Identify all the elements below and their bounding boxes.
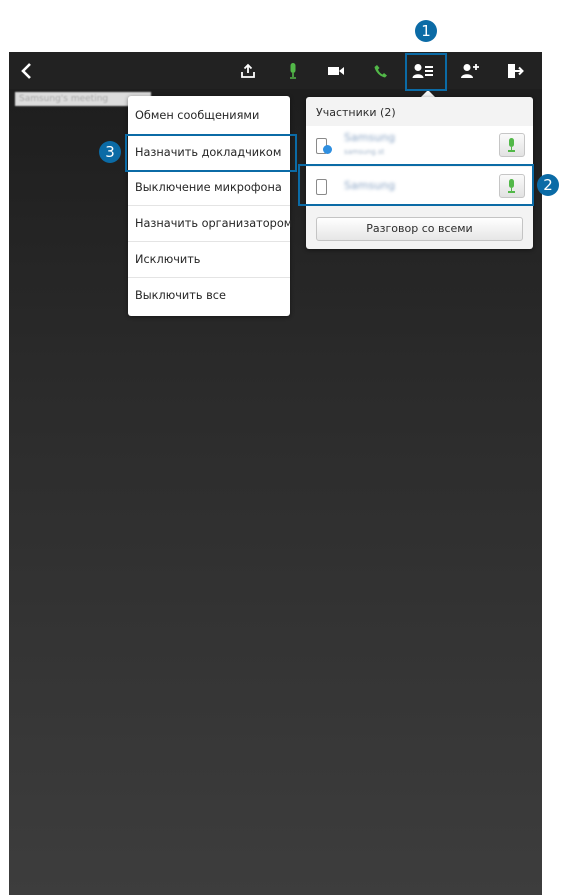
talk-to-all-button[interactable]: Разговор со всеми [316, 217, 523, 241]
highlight-assign-presenter [125, 134, 297, 172]
menu-item-assign-organizer[interactable]: Назначить организатором [128, 206, 292, 242]
participant-row[interactable]: Samsung samsung.st [306, 126, 533, 164]
participant-context-menu: Обмен сообщениями Назначить докладчиком … [128, 96, 292, 316]
menu-item-messaging[interactable]: Обмен сообщениями [128, 98, 290, 134]
participant-detail: samsung.st [344, 148, 385, 156]
add-person-icon[interactable] [453, 52, 487, 89]
callout-2: 2 [537, 174, 559, 196]
microphone-icon [509, 138, 514, 147]
action-bar [9, 52, 542, 89]
callout-1: 1 [415, 20, 437, 42]
participants-title: Участники (2) [316, 106, 396, 119]
exit-icon[interactable] [498, 52, 532, 89]
menu-item-mute-all[interactable]: Выключить все [128, 278, 290, 314]
highlight-participants-button [405, 53, 447, 91]
menu-item-remove[interactable]: Исключить [128, 242, 290, 278]
highlight-participant-row [298, 164, 534, 206]
globe-badge-icon [323, 145, 332, 154]
phone-icon[interactable] [364, 52, 398, 89]
microphone-icon[interactable] [276, 52, 310, 89]
video-camera-icon[interactable] [319, 52, 353, 89]
participant-mic-button[interactable] [499, 133, 525, 157]
share-icon[interactable] [231, 52, 265, 89]
callout-3: 3 [99, 141, 121, 163]
chevron-left-icon[interactable] [9, 52, 43, 89]
participant-name: Samsung [344, 131, 396, 144]
menu-item-mute-microphone[interactable]: Выключение микрофона [128, 170, 290, 206]
